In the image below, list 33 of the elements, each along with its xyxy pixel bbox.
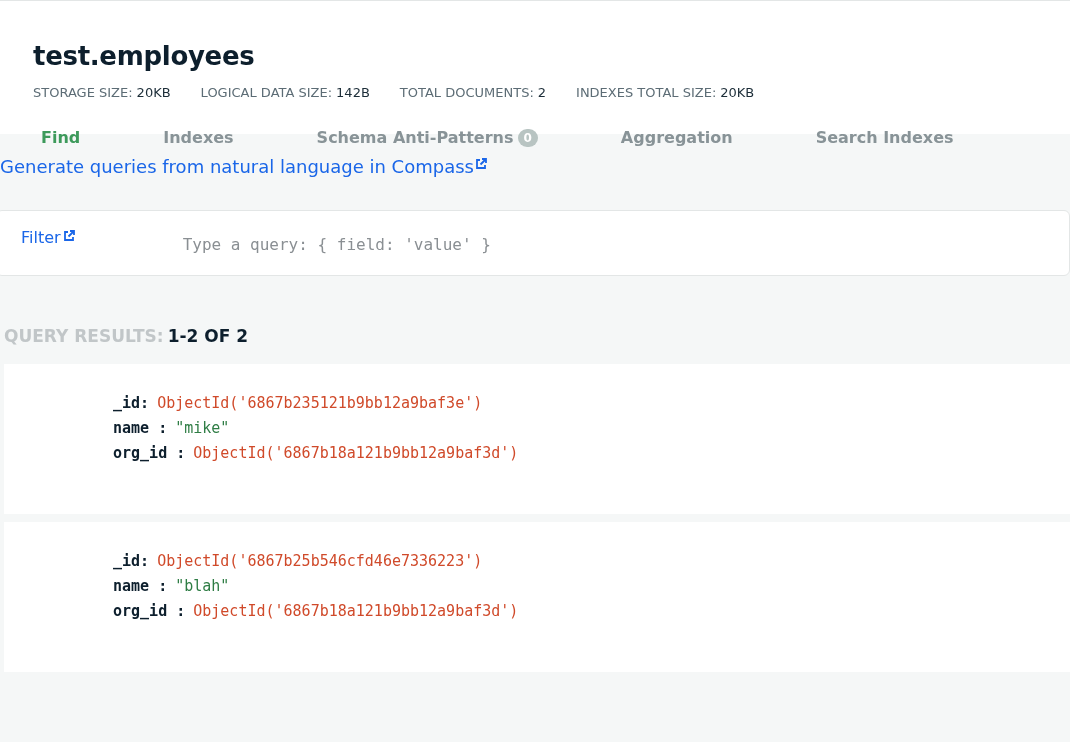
tab[interactable]: Aggregation xyxy=(620,128,733,147)
results-count: 1-2 OF 2 xyxy=(167,326,249,346)
external-link-icon xyxy=(474,158,487,170)
field-value: ObjectId('6867b235121b9bb12a9baf3e') xyxy=(157,394,483,412)
tab[interactable]: Indexes xyxy=(163,128,234,147)
field-value: ObjectId('6867b18a121b9bb12a9baf3d') xyxy=(193,444,519,462)
natural-language-link[interactable]: Generate queries from natural language in Compass xyxy=(0,156,487,177)
collection-title: test.employees xyxy=(33,41,256,71)
tab[interactable]: Schema Anti-Patterns 0 xyxy=(316,128,538,147)
field-value: ObjectId('6867b25b546cfd46e7336223') xyxy=(157,552,483,570)
stat-label: TOTAL DOCUMENTS: xyxy=(399,85,534,100)
field-key: _id: xyxy=(113,552,150,570)
count-badge: 0 xyxy=(517,128,538,147)
external-link-icon xyxy=(62,230,75,242)
stat-label: LOGICAL DATA SIZE: xyxy=(200,85,333,100)
stat-label: INDEXES TOTAL SIZE: xyxy=(576,85,717,100)
stat-value: 2 xyxy=(537,85,547,100)
stat-value: 142B xyxy=(336,85,370,100)
tab[interactable]: Find xyxy=(41,128,81,147)
field-key: name : xyxy=(113,419,168,437)
filter-link[interactable]: Filter xyxy=(21,228,75,247)
tab[interactable]: Search Indexes xyxy=(815,128,954,147)
field-value: "mike" xyxy=(175,419,230,437)
stat-label: STORAGE SIZE: xyxy=(33,85,133,100)
field-value: ObjectId('6867b18a121b9bb12a9baf3d') xyxy=(193,602,519,620)
stat-value: 20KB xyxy=(136,85,171,100)
field-value: "blah" xyxy=(175,577,230,595)
field-key: org_id : xyxy=(113,602,186,620)
field-key: org_id : xyxy=(113,444,186,462)
query-input[interactable]: Type a query: { field: 'value' } xyxy=(182,235,683,254)
field-key: _id: xyxy=(113,394,150,412)
stat-value: 20KB xyxy=(720,85,755,100)
field-key: name : xyxy=(113,577,168,595)
